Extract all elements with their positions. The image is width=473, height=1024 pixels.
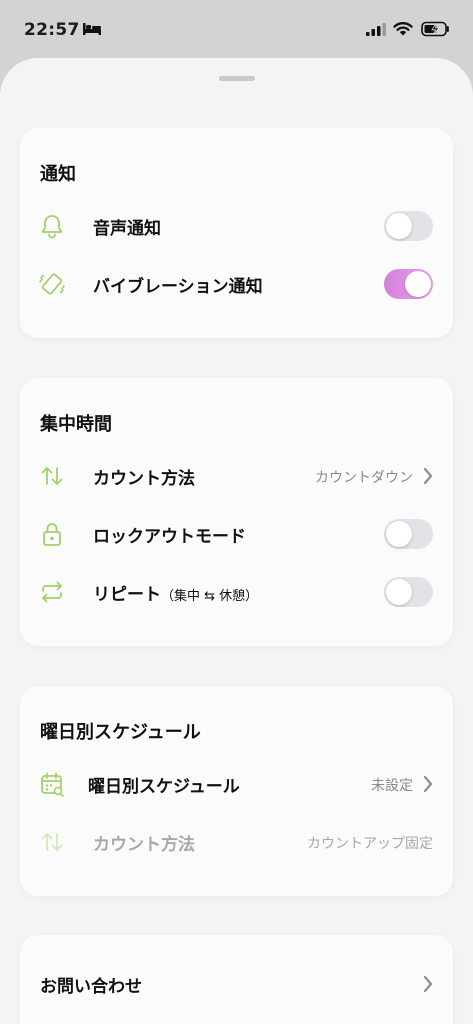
schedule-count-method-row: カウント方法 カウントアップ固定 — [20, 814, 453, 870]
battery-charging-icon — [421, 21, 449, 37]
sheet-grabber[interactable] — [219, 76, 255, 81]
repeat-sublabel: （集中 ⇆ 休憩） — [161, 589, 259, 604]
contact-label: お問い合わせ — [40, 977, 142, 997]
weekday-schedule-title: 曜日別スケジュール — [40, 722, 201, 743]
schedule-count-method-label: カウント方法 — [93, 835, 195, 855]
weekday-schedule-label: 曜日別スケジュール — [88, 777, 240, 797]
vibration-notification-label: バイブレーション通知 — [93, 277, 263, 297]
wifi-icon — [393, 22, 413, 36]
vibration-notification-row: バイブレーション通知 — [20, 256, 453, 312]
toggle-knob — [405, 271, 431, 297]
chevron-right-icon — [423, 467, 433, 485]
status-time: 22:57 — [24, 20, 80, 40]
lock-icon — [43, 523, 61, 546]
repeat-label: リピート（集中 ⇆ 休憩） — [93, 580, 258, 605]
repeat-icon — [42, 581, 62, 603]
bed-icon — [83, 23, 101, 35]
sound-notification-label: 音声通知 — [93, 219, 161, 239]
weekday-schedule-value: 未設定 — [371, 778, 413, 794]
count-method-row[interactable]: カウント方法 カウントダウン — [20, 448, 453, 504]
count-method-value: カウントダウン — [315, 470, 413, 486]
weekday-schedule-card: 曜日別スケジュール 曜日別スケジュール 未設定 カウント方法 カウントアップ固定 — [20, 686, 453, 896]
vibration-notification-toggle[interactable] — [384, 269, 433, 299]
lockout-mode-toggle[interactable] — [384, 519, 433, 549]
vibration-icon — [39, 273, 65, 295]
repeat-row: リピート（集中 ⇆ 休憩） — [20, 564, 453, 620]
calendar-icon — [41, 772, 64, 797]
focus-time-title: 集中時間 — [40, 414, 112, 435]
bell-icon — [41, 215, 63, 239]
notifications-card: 通知 音声通知 バイブレーション通知 — [20, 128, 453, 338]
chevron-right-icon — [423, 975, 433, 993]
schedule-count-method-value: カウントアップ固定 — [307, 836, 433, 852]
sound-notification-row: 音声通知 — [20, 198, 453, 254]
up-down-arrows-icon — [41, 467, 63, 485]
toggle-knob — [386, 579, 412, 605]
toggle-knob — [386, 521, 412, 547]
up-down-arrows-icon — [41, 833, 63, 851]
weekday-schedule-row[interactable]: 曜日別スケジュール 未設定 — [20, 756, 453, 812]
settings-sheet: 通知 音声通知 バイブレーション通知 集中時間 カウント方法 カウントダウン ロ… — [0, 58, 473, 1024]
signal-icon — [366, 23, 386, 36]
chevron-right-icon — [423, 775, 433, 793]
count-method-label: カウント方法 — [93, 469, 195, 489]
toggle-knob — [386, 213, 412, 239]
contact-card[interactable]: お問い合わせ — [20, 935, 453, 1024]
repeat-label-text: リピート — [93, 585, 161, 605]
notifications-title: 通知 — [40, 164, 76, 185]
focus-time-card: 集中時間 カウント方法 カウントダウン ロックアウトモード リピート（集中 ⇆ … — [20, 378, 453, 646]
repeat-toggle[interactable] — [384, 577, 433, 607]
status-bar: 22:57 — [0, 0, 473, 58]
lockout-mode-row: ロックアウトモード — [20, 506, 453, 562]
lockout-mode-label: ロックアウトモード — [93, 527, 246, 547]
sound-notification-toggle[interactable] — [384, 211, 433, 241]
